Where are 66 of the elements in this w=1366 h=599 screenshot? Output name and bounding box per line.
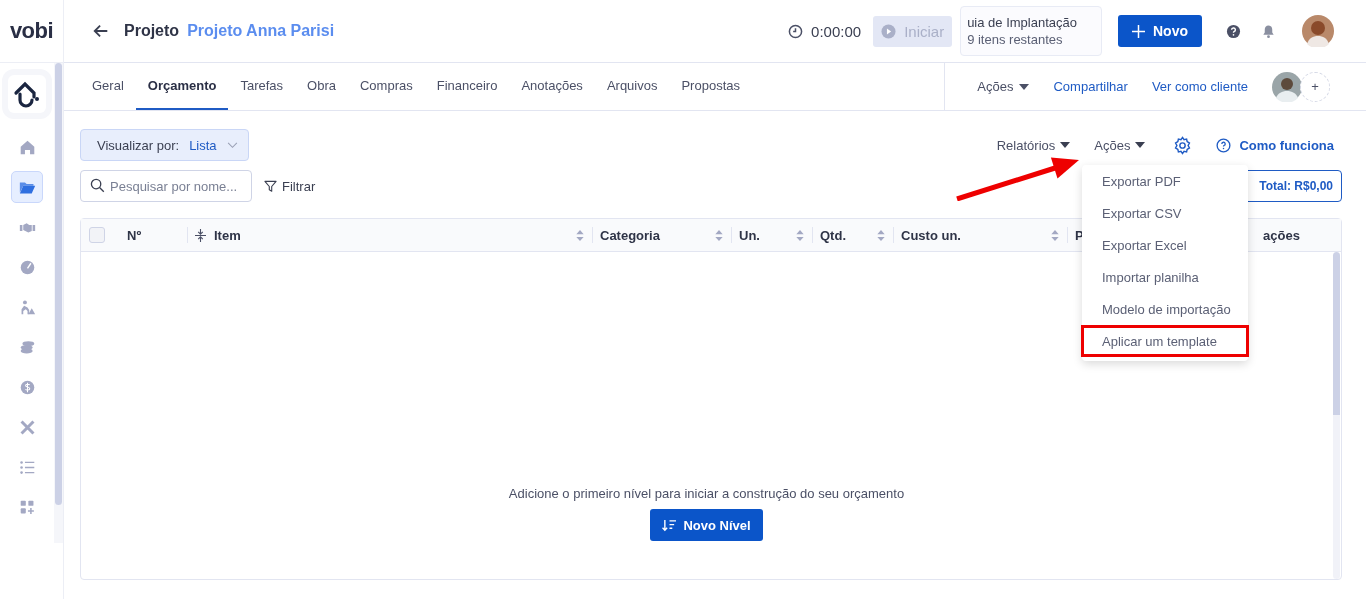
sort-icon[interactable]	[715, 229, 723, 241]
tab[interactable]: Tarefas	[228, 63, 296, 110]
empty-message: Adicione o primeiro nível para iniciar a construção do seu orçamento	[508, 486, 905, 501]
caret-icon	[1135, 142, 1146, 148]
new-level-button[interactable]: Novo Nível	[650, 509, 763, 541]
caret-icon	[1060, 142, 1071, 148]
new-button[interactable]: Novo	[1118, 15, 1202, 47]
tab[interactable]: Obra	[295, 63, 348, 110]
column-header[interactable]: Item	[214, 227, 568, 243]
guide-card[interactable]: uia de Implantação 9 itens restantes	[960, 6, 1102, 56]
reports-dropdown[interactable]: Relatórios	[996, 137, 1071, 153]
help-icon	[1216, 137, 1232, 153]
tab[interactable]: Orçamento	[135, 63, 229, 110]
user-avatar[interactable]	[1302, 15, 1334, 47]
settings-icon[interactable]	[1173, 135, 1193, 155]
view-by-dropdown[interactable]: Visualizar por: Lista	[80, 129, 249, 161]
sort-icon[interactable]	[877, 229, 885, 241]
actions-dropdown[interactable]: Ações	[977, 79, 1030, 94]
scrollbar[interactable]	[1333, 252, 1340, 579]
member-avatar[interactable]	[1272, 71, 1302, 102]
filter-button[interactable]: Filtrar	[264, 178, 316, 194]
caret-icon	[1019, 83, 1030, 90]
tab[interactable]: Financeiro	[424, 63, 510, 110]
play-icon	[881, 23, 897, 39]
menu-item[interactable]: Importar planilha	[1081, 261, 1249, 293]
column-header[interactable]: Un.	[739, 227, 788, 243]
column-header[interactable]: Qtd.	[820, 227, 869, 243]
back-arrow-icon[interactable]	[92, 22, 110, 40]
how-it-works-link[interactable]: Como funciona	[1216, 137, 1334, 153]
actions-dropdown[interactable]: Ações	[1094, 137, 1146, 153]
select-all-checkbox[interactable]	[89, 227, 105, 243]
collapse-icon[interactable]	[195, 228, 206, 242]
clock-icon	[788, 23, 804, 39]
menu-item[interactable]: Exportar Excel	[1081, 229, 1249, 261]
search-field[interactable]: Pesquisar por nome...	[80, 170, 252, 202]
sort-icon[interactable]	[576, 229, 584, 241]
vobi-logo[interactable]: vobi	[9, 18, 54, 44]
bell-icon[interactable]	[1261, 23, 1276, 39]
tab[interactable]: Arquivos	[594, 63, 670, 110]
tab[interactable]: Propostas	[669, 63, 752, 110]
sort-icon[interactable]	[796, 229, 804, 241]
scrollbar[interactable]	[55, 63, 62, 505]
column-header[interactable]: Categoria	[600, 227, 707, 243]
page-title: Projeto	[124, 22, 180, 40]
plus-icon	[1132, 24, 1145, 38]
column-header[interactable]: ações	[1263, 227, 1333, 243]
guide-title: uia de Implantação	[967, 15, 1077, 30]
share-link[interactable]: Compartilhar	[1053, 79, 1128, 94]
chevron-down-icon	[226, 141, 238, 149]
guide-subtitle: 9 itens restantes	[967, 32, 1064, 47]
menu-item[interactable]: Aplicar um template	[1081, 325, 1249, 357]
folder-icon[interactable]	[11, 171, 43, 203]
menu-item[interactable]: Modelo de importação	[1081, 293, 1249, 325]
column-header[interactable]: Custo un.	[901, 227, 1043, 243]
tab[interactable]: Compras	[348, 63, 425, 110]
search-icon	[90, 178, 105, 193]
help-icon[interactable]	[1226, 23, 1241, 39]
timer: 0:00:00	[811, 22, 862, 40]
sort-icon	[662, 518, 678, 532]
column-header[interactable]: Nº	[127, 227, 179, 243]
filter-icon	[264, 179, 277, 193]
tab[interactable]: Anotações	[509, 63, 595, 110]
add-member-button[interactable]: +	[1300, 71, 1330, 102]
sort-icon[interactable]	[1051, 229, 1059, 241]
client-view-link[interactable]: Ver como cliente	[1151, 79, 1248, 94]
tab[interactable]: Geral	[80, 63, 136, 110]
